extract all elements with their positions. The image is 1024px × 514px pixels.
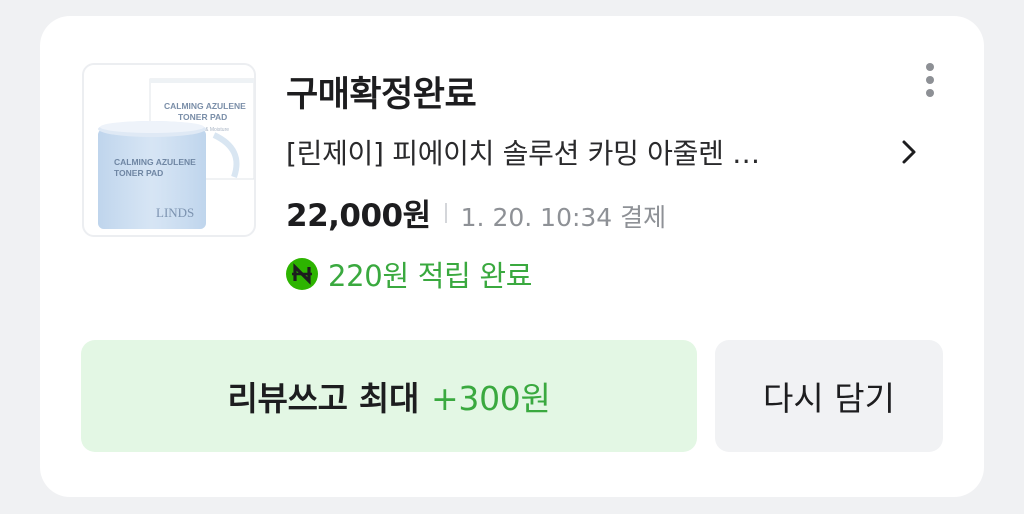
npay-points-icon (286, 258, 318, 290)
order-status: 구매확정완료 (286, 75, 477, 115)
review-button-label: 리뷰쓰고 최대 (227, 379, 420, 418)
write-review-button[interactable]: 리뷰쓰고 최대 +300원 (81, 340, 697, 452)
svg-text:TONER PAD: TONER PAD (178, 112, 227, 122)
product-image: CALMING AZULENE TONER PAD Soothing & Moi… (98, 78, 254, 229)
svg-text:CALMING AZULENE: CALMING AZULENE (164, 101, 246, 111)
review-bonus-amount: +300원 (431, 379, 551, 418)
add-to-cart-again-button[interactable]: 다시 담기 (715, 340, 943, 452)
svg-text:LINDS: LINDS (156, 205, 194, 220)
product-title[interactable]: [린제이] 피에이치 솔루션 카밍 아줄렌 … (286, 132, 866, 172)
chevron-right-icon[interactable] (894, 136, 924, 168)
product-thumbnail[interactable]: CALMING AZULENE TONER PAD Soothing & Moi… (82, 63, 256, 237)
svg-text:CALMING AZULENE: CALMING AZULENE (114, 157, 196, 167)
price-row: 22,000원 1. 20. 10:34 결제 (286, 190, 666, 235)
svg-text:TONER PAD: TONER PAD (114, 168, 163, 178)
points-text: 220원 적립 완료 (328, 259, 533, 293)
order-card: CALMING AZULENE TONER PAD Soothing & Moi… (40, 16, 984, 497)
more-vertical-icon[interactable] (920, 60, 940, 100)
payment-date: 1. 20. 10:34 결제 (460, 203, 667, 232)
divider (444, 202, 447, 223)
points-earned: 220원 적립 완료 (286, 253, 533, 295)
order-price: 22,000원 (286, 198, 431, 234)
rebuy-button-label: 다시 담기 (763, 379, 895, 418)
